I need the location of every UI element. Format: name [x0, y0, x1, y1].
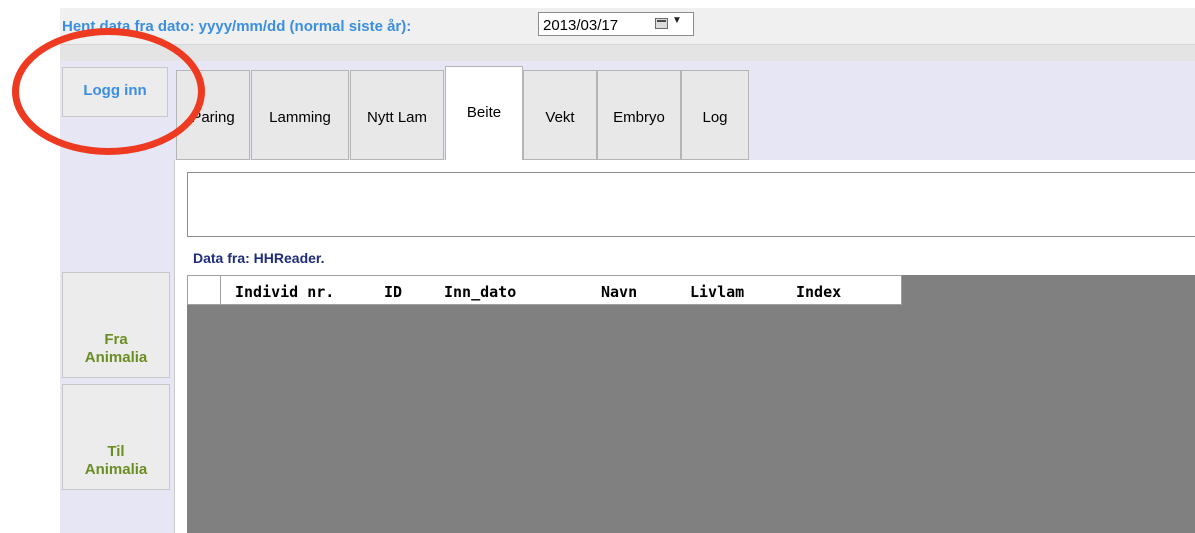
til-animalia-line1: Til — [107, 443, 125, 460]
fra-animalia-line1: Fra — [104, 331, 128, 348]
tab-bar: Paring Lamming Nytt Lam Beite Vekt Embry… — [174, 61, 1195, 162]
tab-log[interactable]: Log — [681, 70, 749, 160]
tab-embryo[interactable]: Embryo — [597, 70, 681, 160]
calendar-icon[interactable] — [655, 18, 668, 29]
date-range-label: Hent data fra dato: yyyy/mm/dd (normal s… — [62, 18, 412, 35]
tab-nytt-lam[interactable]: Nytt Lam — [350, 70, 444, 160]
til-animalia-line2: Animalia — [84, 461, 148, 478]
tab-vekt[interactable]: Vekt — [523, 70, 597, 160]
data-source-label: Data fra: HHReader. — [193, 250, 325, 266]
col-livlam[interactable]: Livlam — [690, 283, 744, 301]
col-inn-dato[interactable]: Inn_dato — [444, 283, 516, 301]
date-picker[interactable]: 2013/03/17 ▼ — [538, 12, 694, 36]
col-index[interactable]: Index — [796, 283, 841, 301]
col-navn[interactable]: Navn — [601, 283, 637, 301]
row-selector-header[interactable] — [188, 276, 221, 304]
date-value[interactable]: 2013/03/17 — [543, 17, 618, 34]
tab-paring[interactable]: Paring — [176, 70, 250, 160]
dropdown-arrow-icon[interactable]: ▼ — [672, 15, 682, 26]
data-grid[interactable] — [187, 275, 1195, 533]
col-individ-nr[interactable]: Individ nr. — [235, 283, 334, 301]
toolbar-strip — [60, 45, 1195, 61]
tab-lamming[interactable]: Lamming — [251, 70, 349, 160]
fra-animalia-line2: Animalia — [84, 349, 148, 366]
panel-border — [174, 160, 175, 533]
col-id[interactable]: ID — [384, 283, 402, 301]
grid-header: Individ nr. ID Inn_dato Navn Livlam Inde… — [187, 275, 902, 305]
left-sidebar: Logg inn Fra Animalia Til Animalia — [60, 61, 174, 533]
date-bar: Hent data fra dato: yyyy/mm/dd (normal s… — [60, 8, 1195, 45]
input-textbox[interactable] — [187, 172, 1195, 237]
login-button[interactable]: Logg inn — [62, 67, 168, 117]
fra-animalia-button[interactable]: Fra Animalia — [62, 272, 170, 378]
til-animalia-button[interactable]: Til Animalia — [62, 384, 170, 490]
tab-beite[interactable]: Beite — [445, 66, 523, 162]
